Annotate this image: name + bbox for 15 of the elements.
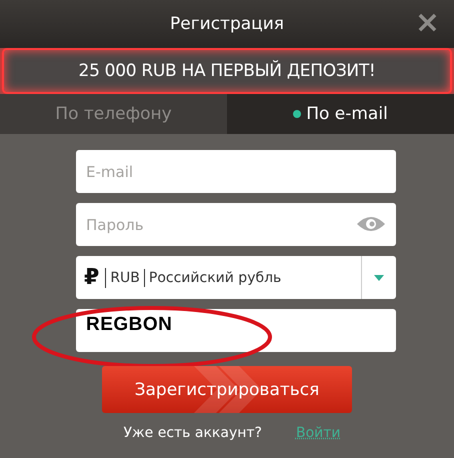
password-field[interactable]: Пароль <box>76 203 396 246</box>
close-button[interactable]: × <box>414 8 440 38</box>
caret-icon <box>374 274 384 280</box>
email-field[interactable]: E-mail <box>76 150 396 193</box>
currency-name: Российский рубль <box>148 270 282 286</box>
account-prompt: Уже есть аккаунт? <box>124 425 262 441</box>
bonus-banner: 25 000 RUB НА ПЕРВЫЙ ДЕПОЗИТ! <box>2 48 452 94</box>
window-title: Регистрация <box>170 14 284 34</box>
promo-code-field[interactable]: REGBON <box>76 309 396 352</box>
currency-code: RUB <box>106 268 145 286</box>
currency-select[interactable]: ₽ RUB Российский рубль <box>76 256 396 299</box>
eye-icon[interactable] <box>356 215 386 233</box>
register-button[interactable]: Зарегистрироваться <box>102 366 352 413</box>
login-link[interactable]: Войти <box>296 425 340 441</box>
tab[interactable]: По телефону <box>0 94 227 134</box>
